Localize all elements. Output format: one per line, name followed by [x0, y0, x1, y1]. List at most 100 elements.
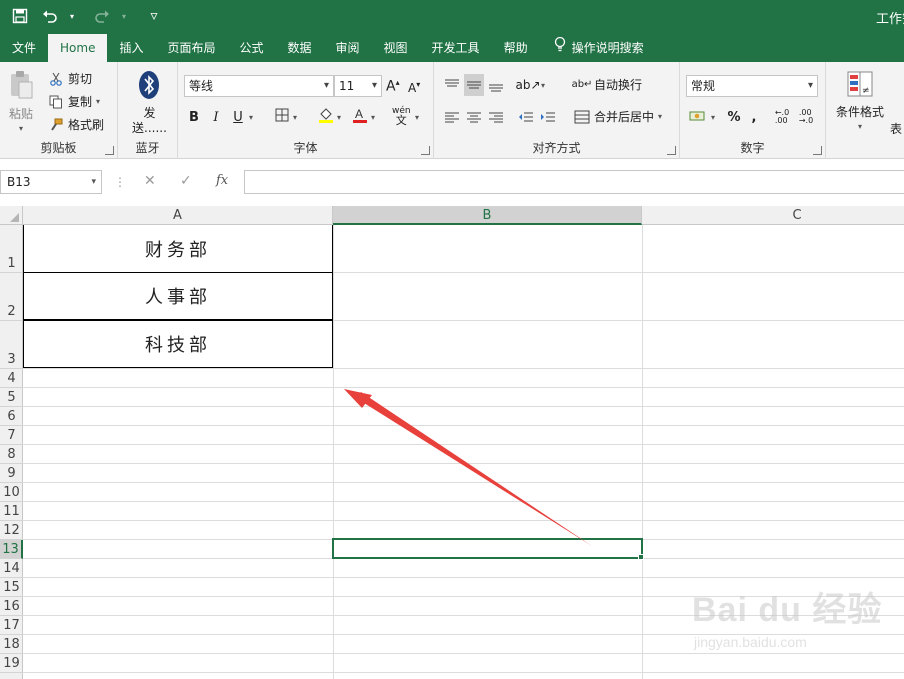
cut-button[interactable]: 剪切 [48, 70, 92, 87]
fill-color-dropdown-icon[interactable]: ▾ [334, 106, 344, 128]
undo-icon[interactable] [40, 6, 60, 26]
tab-page-layout[interactable]: 页面布局 [155, 34, 227, 62]
column-header-b[interactable]: B [333, 206, 642, 225]
underline-dropdown-icon[interactable]: ▾ [246, 106, 256, 128]
row-header[interactable]: 9 [0, 464, 23, 483]
row-header[interactable]: 12 [0, 521, 23, 540]
name-box[interactable]: B13 ▾ [0, 170, 102, 194]
borders-dropdown-icon[interactable]: ▾ [290, 106, 300, 128]
row-header[interactable]: 3 [0, 321, 23, 369]
select-all-button[interactable] [0, 206, 23, 225]
row-header[interactable]: 2 [0, 273, 23, 321]
row-header-selected[interactable]: 13 [0, 540, 23, 559]
conditional-format-button[interactable]: ≠ 条件格式 ▾ [836, 70, 884, 131]
format-as-table-button[interactable]: 表 [890, 120, 902, 137]
row-header[interactable]: 19 [0, 654, 23, 673]
row-header[interactable]: 10 [0, 483, 23, 502]
row-header[interactable]: 4 [0, 369, 23, 388]
font-color-button[interactable]: A [350, 106, 370, 128]
align-middle-button[interactable] [464, 74, 484, 96]
tab-review[interactable]: 审阅 [324, 34, 372, 62]
column-header-c[interactable]: C [642, 206, 904, 225]
align-top-button[interactable] [442, 74, 462, 96]
align-right-button[interactable] [486, 106, 506, 128]
tab-developer[interactable]: 开发工具 [420, 34, 492, 62]
tab-insert[interactable]: 插入 [107, 34, 155, 62]
font-size-combo[interactable]: 11 ▾ [334, 75, 382, 97]
row-header[interactable]: 7 [0, 426, 23, 445]
name-box-dropdown-icon[interactable]: ▾ [91, 171, 96, 193]
tab-view[interactable]: 视图 [372, 34, 420, 62]
tab-help[interactable]: 帮助 [492, 34, 540, 62]
bold-button[interactable]: B [184, 106, 204, 128]
enter-formula-icon[interactable]: ✓ [180, 173, 192, 189]
copy-dropdown-icon[interactable]: ▾ [96, 97, 100, 106]
paste-button[interactable]: 粘贴 ▾ [8, 70, 34, 133]
formula-input[interactable] [244, 170, 904, 194]
cell-a2[interactable]: 人事部 [23, 272, 333, 320]
orientation-button[interactable]: ab↗ [515, 74, 540, 96]
customize-qat-icon[interactable]: ▿ [144, 6, 164, 26]
active-cell-b13[interactable] [332, 538, 643, 559]
column-header-a[interactable]: A [23, 206, 333, 225]
number-format-dropdown-icon[interactable]: ▾ [808, 76, 813, 96]
alignment-launcher-icon[interactable] [667, 146, 676, 155]
row-header[interactable]: 16 [0, 597, 23, 616]
tab-data[interactable]: 数据 [276, 34, 324, 62]
fill-color-button[interactable] [316, 106, 336, 128]
formula-bar-grip-icon[interactable]: ⋮ [114, 175, 126, 189]
row-header[interactable]: 8 [0, 445, 23, 464]
number-launcher-icon[interactable] [813, 146, 822, 155]
wrap-text-button[interactable]: ab↵ 自动换行 [572, 76, 642, 93]
row-header[interactable]: 6 [0, 407, 23, 426]
bluetooth-send-button[interactable]: 发 送...... [132, 70, 167, 136]
row-header[interactable]: 1 [0, 225, 23, 273]
font-size-dropdown-icon[interactable]: ▾ [372, 76, 377, 96]
row-header[interactable]: 11 [0, 502, 23, 521]
cell-a3[interactable]: 科技部 [23, 320, 333, 368]
decrease-decimal-button[interactable]: .00 →.0 [796, 106, 816, 128]
increase-font-button[interactable]: A▴ [386, 78, 400, 95]
row-header[interactable]: 14 [0, 559, 23, 578]
font-name-combo[interactable]: 等线 ▾ [184, 75, 334, 97]
row-header[interactable]: 5 [0, 388, 23, 407]
merge-center-dropdown-icon[interactable]: ▾ [658, 112, 662, 121]
row-header[interactable]: 17 [0, 616, 23, 635]
number-format-combo[interactable]: 常规 ▾ [686, 75, 818, 97]
decrease-indent-button[interactable] [516, 106, 536, 128]
copy-button[interactable]: 复制 ▾ [48, 93, 100, 110]
conditional-format-dropdown-icon[interactable]: ▾ [858, 122, 862, 131]
borders-button[interactable] [272, 106, 292, 128]
align-bottom-button[interactable] [486, 74, 506, 96]
merge-center-button[interactable]: 合并后居中 ▾ [574, 108, 662, 125]
increase-indent-button[interactable] [538, 106, 558, 128]
tab-home[interactable]: Home [48, 34, 108, 62]
align-left-button[interactable] [442, 106, 462, 128]
increase-decimal-button[interactable]: ←.0.00 [772, 106, 792, 128]
font-name-dropdown-icon[interactable]: ▾ [324, 76, 329, 96]
decrease-font-button[interactable]: A▾ [408, 80, 420, 95]
row-header[interactable]: 15 [0, 578, 23, 597]
font-color-dropdown-icon[interactable]: ▾ [368, 106, 378, 128]
row-header[interactable]: 18 [0, 635, 23, 654]
align-center-button[interactable] [464, 106, 484, 128]
cancel-formula-icon[interactable]: ✕ [144, 173, 156, 189]
orientation-dropdown-icon[interactable]: ▾ [538, 74, 548, 96]
paste-dropdown-icon[interactable]: ▾ [19, 124, 23, 133]
comma-button[interactable]: , [744, 106, 764, 128]
format-painter-button[interactable]: 格式刷 [48, 116, 104, 133]
phonetic-dropdown-icon[interactable]: ▾ [412, 106, 422, 128]
insert-function-button[interactable]: fx [216, 173, 228, 188]
percent-button[interactable]: % [724, 106, 744, 128]
accounting-format-button[interactable] [688, 106, 708, 128]
italic-button[interactable]: I [206, 106, 226, 128]
accounting-dropdown-icon[interactable]: ▾ [708, 106, 718, 128]
tab-file[interactable]: 文件 [0, 34, 48, 62]
tell-me-search[interactable]: 操作说明搜索 [540, 34, 656, 62]
cell-a1[interactable]: 财务部 [23, 225, 333, 273]
save-icon[interactable] [10, 6, 30, 26]
redo-dropdown-icon[interactable]: ▾ [114, 6, 134, 26]
undo-dropdown-icon[interactable]: ▾ [62, 6, 82, 26]
phonetic-button[interactable]: wén 文 [392, 106, 411, 126]
clipboard-launcher-icon[interactable] [105, 146, 114, 155]
